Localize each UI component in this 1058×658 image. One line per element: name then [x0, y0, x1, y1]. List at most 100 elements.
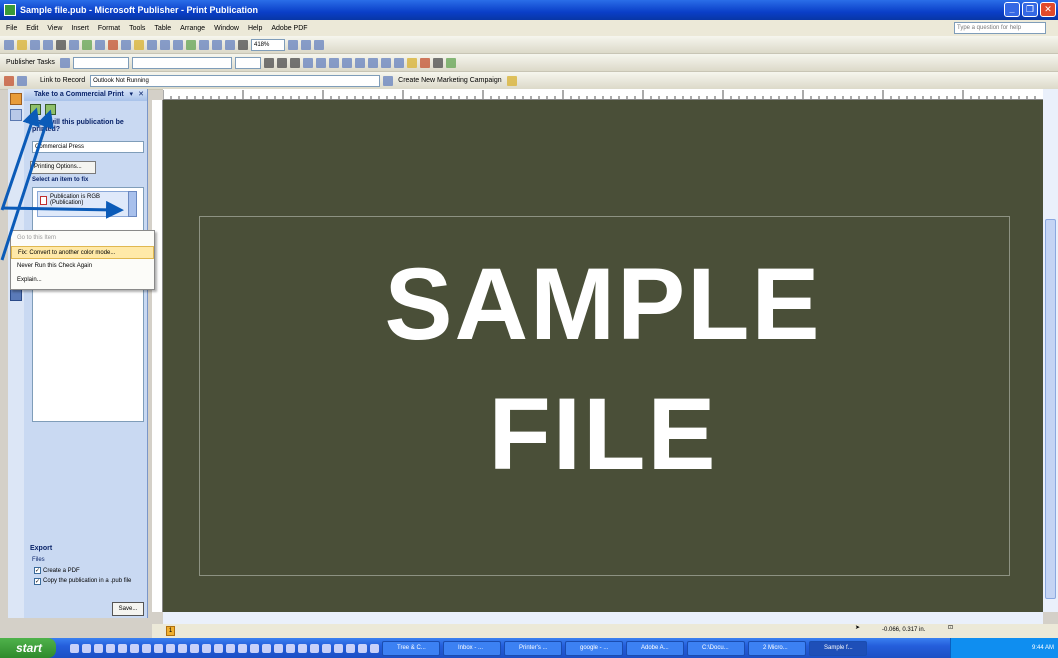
menu-window[interactable]: Window — [214, 25, 239, 32]
publisher-tasks-button[interactable]: Publisher Tasks — [4, 59, 57, 66]
quick-launch-icon[interactable] — [370, 643, 379, 653]
vertical-ruler[interactable] — [152, 100, 163, 612]
menu-item-go-to-item[interactable]: Go to this Item — [11, 232, 154, 245]
zoom-in-icon[interactable] — [301, 39, 311, 50]
rotate-icon[interactable] — [212, 39, 222, 50]
menu-arrange[interactable]: Arrange — [180, 25, 205, 32]
quick-launch-icon[interactable] — [250, 643, 259, 653]
redo-icon[interactable] — [173, 39, 183, 50]
print-preview-icon[interactable] — [69, 39, 79, 50]
address-book-icon[interactable] — [4, 75, 14, 86]
publisher-app-icon[interactable] — [4, 4, 16, 16]
close-pane-icon[interactable]: ✕ — [138, 89, 144, 101]
search-icon[interactable] — [43, 39, 53, 50]
quick-launch-icon[interactable] — [82, 643, 91, 653]
design-gallery-icon[interactable] — [10, 289, 22, 301]
taskbar-item[interactable]: C:\Docu... — [687, 640, 745, 656]
page-1-button[interactable]: 1 — [166, 626, 175, 636]
font-select[interactable] — [131, 56, 232, 69]
quick-launch-icon[interactable] — [154, 643, 163, 653]
cut-icon[interactable] — [108, 39, 118, 50]
menu-item-explain[interactable]: Explain... — [11, 274, 154, 287]
taskbar-item[interactable]: 2 Micro... — [748, 640, 806, 656]
maximize-button[interactable]: ❐ — [1022, 2, 1038, 17]
quick-launch-icon[interactable] — [226, 643, 235, 653]
menu-item-never-run[interactable]: Never Run this Check Again — [11, 260, 154, 273]
options-icon[interactable] — [506, 75, 517, 86]
print-method-select[interactable]: Commercial Press — [32, 141, 144, 153]
quick-launch-icon[interactable] — [214, 643, 223, 653]
scroll-thumb[interactable] — [1045, 219, 1056, 599]
quick-launch-icon[interactable] — [358, 643, 367, 653]
justify-icon[interactable] — [341, 57, 352, 68]
menu-tools[interactable]: Tools — [129, 25, 145, 32]
quick-launch-icon[interactable] — [238, 643, 247, 653]
item-dropdown-arrow[interactable] — [128, 191, 137, 217]
new-icon[interactable] — [4, 39, 14, 50]
dropdown-arrow-icon[interactable]: ▾ — [129, 89, 133, 101]
quick-launch-icon[interactable] — [70, 643, 79, 653]
quick-launch-icon[interactable] — [346, 643, 355, 653]
bring-forward-icon[interactable] — [186, 39, 196, 50]
format-painter-icon[interactable] — [147, 39, 157, 50]
menu-insert[interactable]: Insert — [71, 25, 89, 32]
menu-adobe-pdf[interactable]: Adobe PDF — [271, 25, 307, 32]
quick-launch-icon[interactable] — [166, 643, 175, 653]
undo-icon[interactable] — [160, 39, 170, 50]
horizontal-scrollbar[interactable] — [163, 612, 1043, 624]
taskbar-item-active[interactable]: Sample f... — [809, 640, 867, 656]
close-button[interactable]: ✕ — [1040, 2, 1056, 17]
menu-file[interactable]: File — [6, 25, 17, 32]
decrease-indent-icon[interactable] — [380, 57, 391, 68]
text-box-tool-icon[interactable] — [10, 109, 22, 121]
save-button[interactable]: Save... — [112, 602, 144, 616]
send-backward-icon[interactable] — [199, 39, 209, 50]
quick-launch-icon[interactable] — [130, 643, 139, 653]
list-item[interactable]: Publication is RGB (Publication) — [37, 191, 129, 217]
style-select[interactable] — [72, 56, 129, 69]
align-right-icon[interactable] — [328, 57, 339, 68]
vertical-scrollbar[interactable] — [1043, 89, 1058, 612]
quick-launch-icon[interactable] — [142, 643, 151, 653]
fill-color-icon[interactable] — [406, 57, 417, 68]
create-pdf-checkbox[interactable]: ✓ — [34, 567, 41, 574]
numbering-icon[interactable] — [354, 57, 365, 68]
contacts-icon[interactable] — [17, 75, 27, 86]
quick-launch-icon[interactable] — [274, 643, 283, 653]
quick-launch-icon[interactable] — [106, 643, 115, 653]
line-style-icon[interactable] — [432, 57, 443, 68]
increase-indent-icon[interactable] — [393, 57, 404, 68]
menu-help[interactable]: Help — [248, 25, 262, 32]
paste-icon[interactable] — [134, 39, 144, 50]
special-characters-icon[interactable] — [238, 39, 248, 50]
menu-format[interactable]: Format — [98, 25, 120, 32]
menu-edit[interactable]: Edit — [26, 25, 38, 32]
italic-icon[interactable] — [276, 57, 287, 68]
quick-launch-icon[interactable] — [310, 643, 319, 653]
task-pane-title[interactable]: Take to a Commercial Print — [34, 91, 124, 98]
help-search-input[interactable]: Type a question for help — [954, 22, 1046, 34]
quick-launch-icon[interactable] — [262, 643, 271, 653]
help-icon[interactable] — [314, 39, 324, 50]
taskbar-item[interactable]: Adobe A... — [626, 640, 684, 656]
start-button[interactable]: start — [0, 638, 56, 658]
align-center-icon[interactable] — [315, 57, 326, 68]
copy-icon[interactable] — [121, 39, 131, 50]
quick-launch-icon[interactable] — [94, 643, 103, 653]
open-icon[interactable] — [17, 39, 27, 50]
quick-launch-icon[interactable] — [190, 643, 199, 653]
sample-text-line1[interactable]: SAMPLE — [163, 253, 1043, 355]
campaign-icon[interactable] — [383, 75, 394, 86]
quick-launch-icon[interactable] — [202, 643, 211, 653]
quick-launch-icon[interactable] — [118, 643, 127, 653]
clock[interactable]: 9:44 AM — [1032, 645, 1054, 651]
quick-launch-icon[interactable] — [322, 643, 331, 653]
back-icon[interactable] — [30, 104, 41, 115]
publication-canvas[interactable]: SAMPLE FILE — [163, 100, 1043, 612]
align-left-icon[interactable] — [302, 57, 313, 68]
select-tool-icon[interactable] — [10, 93, 22, 105]
printing-options-button[interactable]: Printing Options... — [30, 161, 96, 174]
menu-view[interactable]: View — [47, 25, 62, 32]
zoom-out-icon[interactable] — [288, 39, 298, 50]
research-icon[interactable] — [95, 39, 105, 50]
